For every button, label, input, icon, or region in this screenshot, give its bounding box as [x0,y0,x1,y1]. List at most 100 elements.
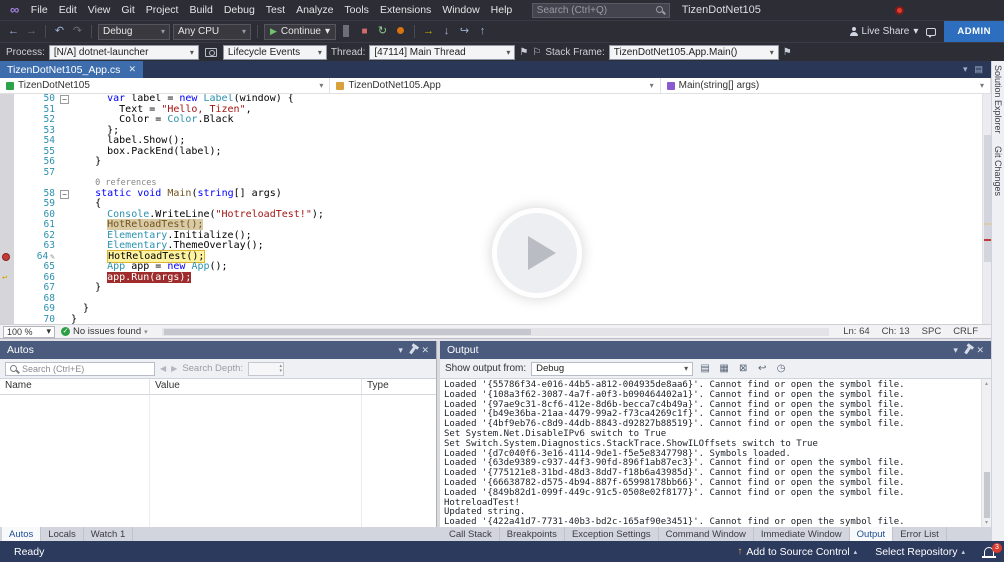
fold-margin[interactable] [58,105,71,116]
fold-margin[interactable] [58,294,71,305]
navigate-back-icon[interactable]: ← [6,21,21,42]
history-icon[interactable]: ◷ [774,363,788,374]
fold-margin[interactable] [58,220,71,231]
pin-icon[interactable] [964,346,970,353]
code-line[interactable]: 69 } [0,304,991,315]
document-tab-active[interactable]: TizenDotNet105_App.cs ✕ [0,61,143,78]
collapse-region-icon[interactable]: − [60,190,69,199]
fold-margin[interactable] [58,304,71,315]
search-depth-stepper[interactable]: ▴▾ [248,362,284,376]
scroll-down-icon[interactable]: ▾ [982,519,991,526]
fold-margin[interactable] [58,136,71,147]
collapse-region-icon[interactable]: − [60,95,69,104]
search-input[interactable]: Search (Ctrl+Q) [532,3,670,18]
breadcrumb-segment-class[interactable]: TizenDotNet105.App▾ [330,78,660,93]
clear-all-icon[interactable]: ⊠ [736,363,750,374]
snapshot-icon[interactable] [205,48,217,57]
goto-message-icon[interactable]: ▦ [717,363,731,374]
tab-error-list[interactable]: Error List [893,527,947,541]
indent-mode[interactable]: SPC [922,326,942,337]
redo-icon[interactable]: ↷ [70,21,85,42]
menu-item-view[interactable]: View [82,0,116,20]
autos-search-input[interactable]: Search (Ctrl+E) [5,362,155,376]
search-next-icon[interactable]: ▶ [171,364,177,373]
breadcrumb-segment-csharp[interactable]: TizenDotNet105▾ [0,78,330,93]
breakpoint-margin[interactable] [0,210,14,221]
restart-icon[interactable]: ↻ [375,21,390,42]
add-to-source-control-button[interactable]: ↑ Add to Source Control ▴ [728,541,866,562]
breadcrumb-segment-method[interactable]: Main(string[] args)▾ [661,78,991,93]
breakpoint-margin[interactable] [0,304,14,315]
find-message-icon[interactable]: ▤ [698,363,712,374]
tab-immediate-window[interactable]: Immediate Window [754,527,850,541]
side-tab-solution-explorer[interactable]: Solution Explorer [993,65,1003,134]
pin-icon[interactable] [409,346,415,353]
select-repository-button[interactable]: Select Repository ▴ [866,541,974,562]
breakpoint-margin[interactable] [0,147,14,158]
code-line[interactable]: 67 } [0,283,991,294]
word-wrap-icon[interactable]: ↩ [755,363,769,374]
show-next-statement-icon[interactable]: → [421,21,436,42]
flag-icon[interactable]: ⚑ [783,47,792,58]
admin-badge[interactable]: ADMIN [944,21,1004,42]
side-tab-git-changes[interactable]: Git Changes [993,146,1003,196]
search-prev-icon[interactable]: ◀ [160,364,166,373]
breakpoint-margin[interactable] [0,231,14,242]
screen-record-icon[interactable] [895,6,904,15]
breakpoint-margin[interactable] [0,94,14,105]
fold-margin[interactable] [58,147,71,158]
fold-margin[interactable] [58,115,71,126]
fold-margin[interactable]: − [58,189,71,200]
tab-call-stack[interactable]: Call Stack [442,527,500,541]
tab-watch-1[interactable]: Watch 1 [84,527,134,541]
thread-dropdown[interactable]: [47114] Main Thread ▾ [369,45,515,60]
code-editor[interactable]: 50− var label = new Label(window) {51 Te… [0,94,991,324]
tab-output[interactable]: Output [850,527,894,541]
autos-grid[interactable] [0,395,436,527]
menu-item-git[interactable]: Git [116,0,140,20]
code-line[interactable]: 57 [0,168,991,179]
menu-item-file[interactable]: File [25,0,53,20]
menu-item-project[interactable]: Project [140,0,184,20]
break-all-icon[interactable] [343,25,349,37]
scrollbar-thumb[interactable] [984,472,990,518]
flag-outline-icon[interactable]: ⚐ [532,47,541,58]
tab-command-window[interactable]: Command Window [659,527,754,541]
close-icon[interactable]: ✕ [421,345,429,356]
menu-item-extensions[interactable]: Extensions [374,0,436,20]
fold-margin[interactable] [58,210,71,221]
float-window-icon[interactable]: ▤ [974,64,983,75]
code-line[interactable]: 68 [0,294,991,305]
breakpoint-icon[interactable] [2,253,10,261]
video-play-button[interactable] [492,208,582,298]
breakpoint-margin[interactable] [0,115,14,126]
flag-icon[interactable]: ⚑ [519,47,528,58]
breakpoint-margin[interactable] [0,315,14,325]
column-header-type[interactable]: Type [362,379,436,394]
line-ending[interactable]: CRLF [953,326,978,337]
feedback-icon[interactable] [926,28,936,36]
breakpoint-margin[interactable] [0,178,14,189]
fold-margin[interactable] [58,262,71,273]
code-line[interactable]: ↩66 app.Run(args); [0,273,991,284]
menu-item-test[interactable]: Test [260,0,290,20]
menu-item-help[interactable]: Help [485,0,518,20]
lifecycle-events-dropdown[interactable]: Lifecycle Events ▾ [223,45,327,60]
fold-margin[interactable] [58,168,71,179]
menu-item-tools[interactable]: Tools [339,0,375,20]
fold-margin[interactable] [58,315,71,325]
breakpoint-margin[interactable] [0,157,14,168]
autos-header[interactable]: Autos ▾ ✕ [0,341,436,359]
column-header-value[interactable]: Value [150,379,362,394]
fold-margin[interactable] [58,178,71,189]
fold-margin[interactable] [58,273,71,284]
breakpoint-margin[interactable] [0,220,14,231]
tab-autos[interactable]: Autos [2,527,41,541]
menu-item-edit[interactable]: Edit [53,0,82,20]
spin-down-icon[interactable]: ▾ [280,369,283,374]
close-icon[interactable]: ✕ [976,345,984,356]
stop-debugging-icon[interactable]: ■ [357,21,372,42]
breakpoint-margin[interactable] [0,136,14,147]
output-source-dropdown[interactable]: Debug ▾ [531,362,693,376]
step-into-icon[interactable]: ↓ [439,21,454,42]
